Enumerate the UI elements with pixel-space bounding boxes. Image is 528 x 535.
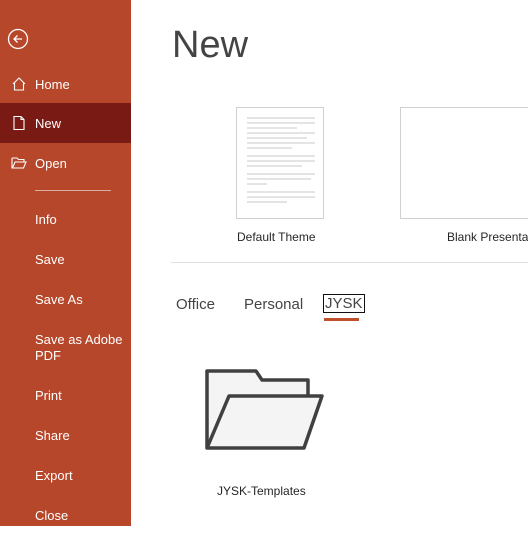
backstage-sidebar: Home New Open Info Save Save As Save as … bbox=[0, 0, 131, 526]
sidebar-item-home[interactable]: Home bbox=[0, 64, 131, 104]
sidebar-item-share[interactable]: Share bbox=[0, 415, 131, 455]
sidebar-item-label: Home bbox=[35, 76, 70, 92]
sidebar-item-save-as[interactable]: Save As bbox=[0, 279, 131, 319]
sidebar-item-label: Save as Adobe PDF bbox=[35, 332, 123, 363]
sidebar-item-label: Print bbox=[35, 387, 62, 403]
sidebar-item-label: Save As bbox=[35, 291, 83, 307]
tab-office[interactable]: Office bbox=[176, 296, 215, 313]
sidebar-item-new[interactable]: New bbox=[0, 103, 131, 143]
folder-jysk-templates[interactable] bbox=[204, 368, 326, 454]
sidebar-item-save[interactable]: Save bbox=[0, 239, 131, 279]
open-folder-icon bbox=[11, 155, 27, 171]
template-thumbnail bbox=[400, 107, 528, 219]
active-tab-indicator bbox=[324, 318, 359, 321]
sidebar-item-label: Close bbox=[35, 507, 69, 523]
document-lines-icon bbox=[247, 117, 315, 203]
sidebar-item-info[interactable]: Info bbox=[0, 199, 131, 239]
page-title: New bbox=[172, 24, 249, 66]
sidebar-item-open[interactable]: Open bbox=[0, 143, 131, 183]
template-thumbnail bbox=[236, 107, 324, 219]
sidebar-item-export[interactable]: Export bbox=[0, 455, 131, 495]
sidebar-item-label: Share bbox=[35, 427, 70, 443]
sidebar-item-save-as-adobe-pdf[interactable]: Save as Adobe PDF bbox=[0, 326, 131, 370]
section-divider bbox=[171, 262, 528, 263]
sidebar-divider bbox=[35, 190, 111, 191]
tab-jysk[interactable]: JYSK bbox=[323, 294, 365, 313]
template-label: Default Theme bbox=[237, 230, 316, 244]
folder-label: JYSK-Templates bbox=[217, 484, 306, 498]
sidebar-item-label: New bbox=[35, 115, 62, 131]
sidebar-item-close[interactable]: Close bbox=[0, 495, 131, 535]
folder-icon bbox=[205, 369, 324, 450]
tab-personal[interactable]: Personal bbox=[244, 296, 303, 313]
template-default-theme[interactable]: Default Theme bbox=[236, 107, 326, 247]
back-arrow-icon[interactable] bbox=[7, 28, 29, 50]
sidebar-item-label: Info bbox=[35, 211, 57, 227]
template-label: Blank Presentation bbox=[447, 230, 528, 244]
template-blank-presentation[interactable]: Blank Presentation bbox=[400, 107, 528, 247]
sidebar-item-label: Save bbox=[35, 251, 65, 267]
sidebar-item-label: Open bbox=[35, 155, 67, 171]
sidebar-item-label: Export bbox=[35, 467, 73, 483]
new-document-icon bbox=[11, 115, 27, 131]
sidebar-item-print[interactable]: Print bbox=[0, 375, 131, 415]
home-icon bbox=[11, 76, 27, 92]
